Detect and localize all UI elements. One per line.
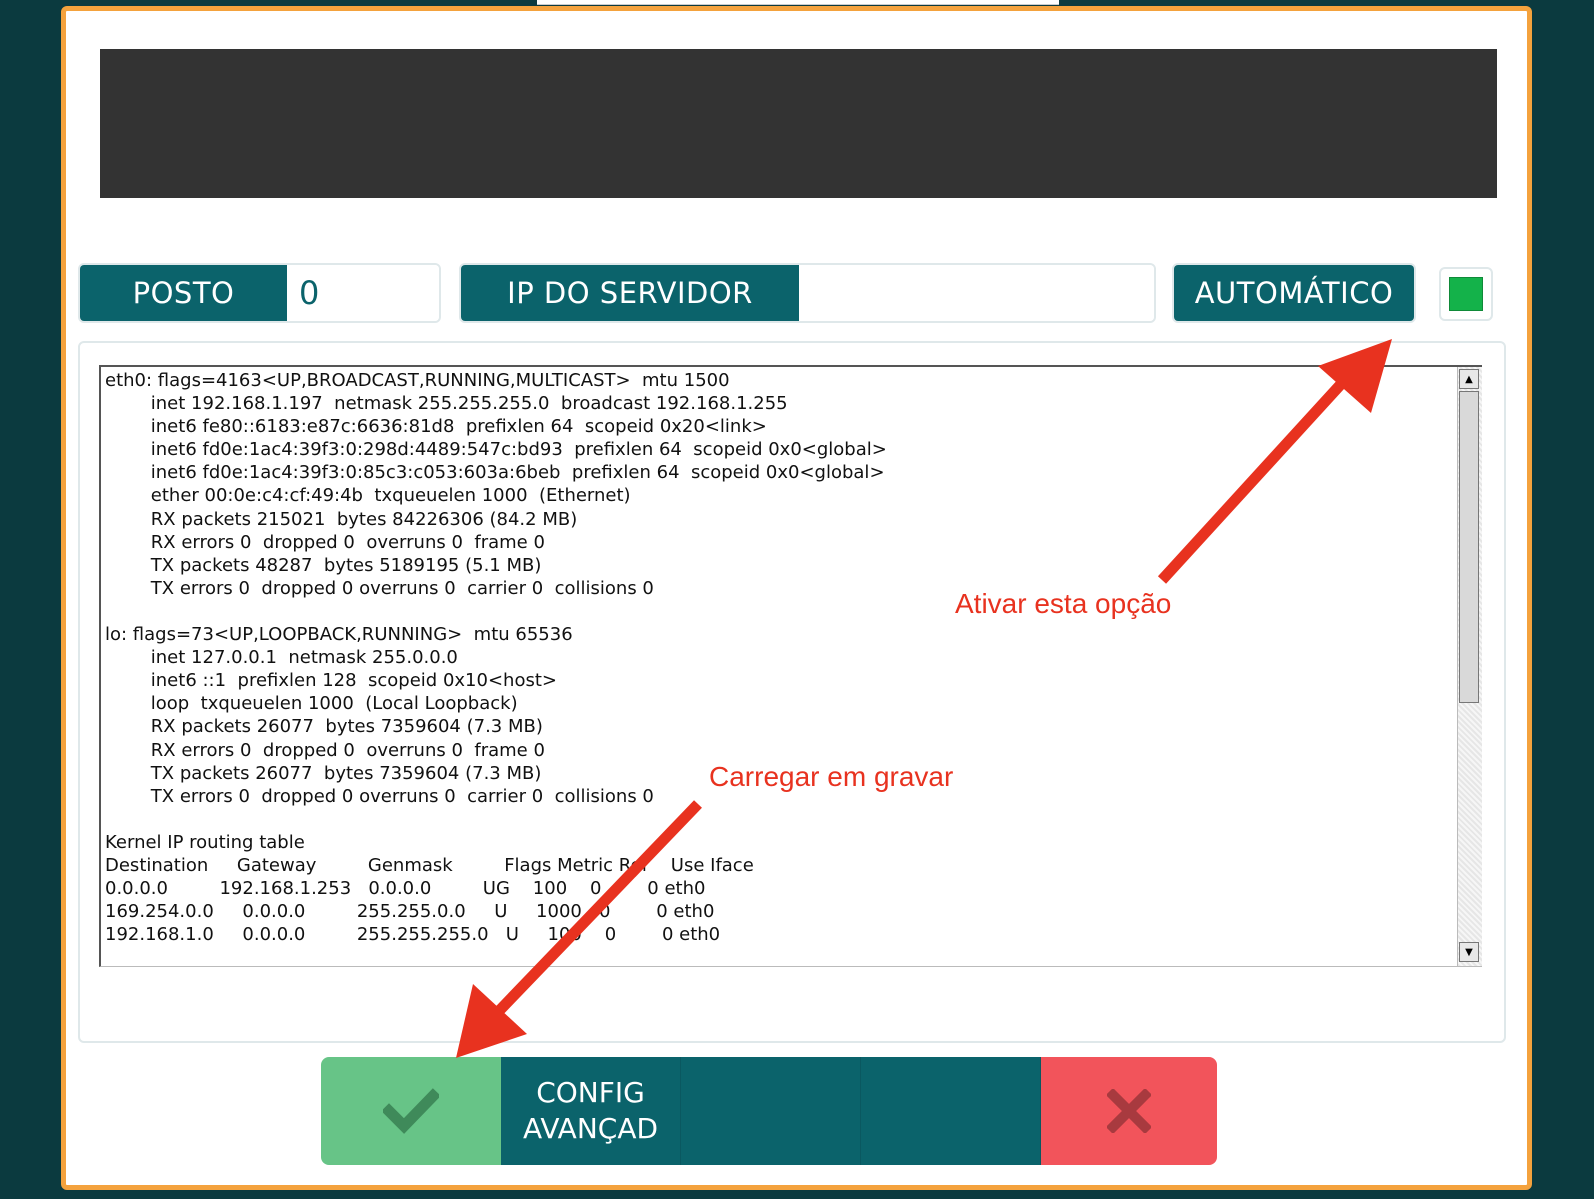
posto-input[interactable]: 0 [287, 265, 439, 321]
console-output: eth0: flags=4163<UP,BROADCAST,RUNNING,MU… [105, 370, 887, 946]
config-dialog: POSTO 0 IP DO SERVIDOR AUTOMÁTICO eth0: … [61, 6, 1532, 1190]
advanced-label-line1: CONFIG [536, 1076, 645, 1109]
advanced-config-button[interactable]: CONFIG AVANÇAD [501, 1057, 681, 1165]
annotation-save: Carregar em gravar [709, 761, 954, 792]
automatico-label: AUTOMÁTICO [1174, 265, 1414, 321]
automatico-indicator [1449, 277, 1483, 311]
server-ip-input[interactable] [799, 265, 1154, 321]
blank-button[interactable] [681, 1057, 861, 1165]
server-ip-field[interactable]: IP DO SERVIDOR [459, 263, 1156, 323]
scroll-down-icon[interactable]: ▼ [1459, 942, 1479, 962]
network-console[interactable]: eth0: flags=4163<UP,BROADCAST,RUNNING,MU… [99, 365, 1482, 967]
confirm-button[interactable] [321, 1057, 501, 1165]
posto-field[interactable]: POSTO 0 [78, 263, 441, 323]
window-top-tab [537, 0, 1059, 5]
blank-button-2[interactable] [861, 1057, 1041, 1165]
advanced-label-line2: AVANÇAD [522, 1112, 659, 1145]
automatico-toggle[interactable] [1439, 267, 1493, 321]
console-panel: eth0: flags=4163<UP,BROADCAST,RUNNING,MU… [78, 341, 1506, 1043]
cancel-button[interactable] [1041, 1057, 1217, 1165]
console-scrollbar[interactable]: ▲ ▼ [1457, 367, 1482, 966]
close-icon [1107, 1089, 1151, 1133]
check-icon [383, 1088, 439, 1134]
action-bar: CONFIG AVANÇAD [321, 1057, 1217, 1165]
automatico-field[interactable]: AUTOMÁTICO [1172, 263, 1416, 323]
scroll-thumb[interactable] [1459, 391, 1479, 703]
display-bar [100, 49, 1497, 198]
annotation-activate: Ativar esta opção [955, 588, 1172, 619]
scroll-up-icon[interactable]: ▲ [1459, 369, 1479, 389]
server-ip-label: IP DO SERVIDOR [461, 265, 799, 321]
posto-label: POSTO [80, 265, 287, 321]
